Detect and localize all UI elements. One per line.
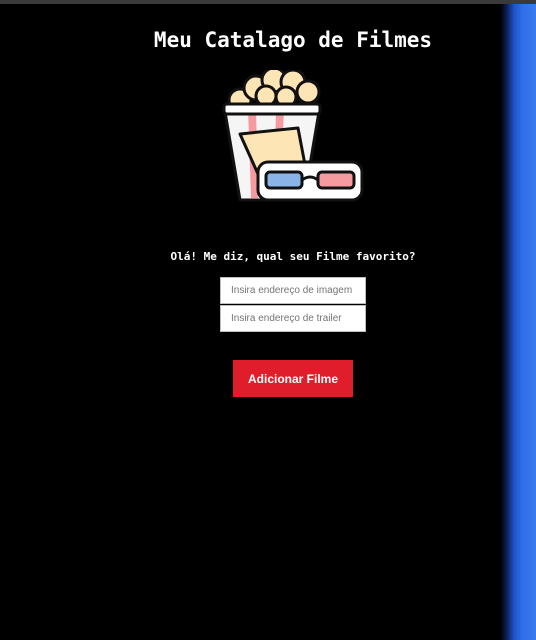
page-content: Meu Catalago de Filmes Olá! Me diz, qual… <box>0 4 500 640</box>
trailer-url-input[interactable] <box>220 305 366 332</box>
popcorn-3d-glasses-icon <box>218 66 368 204</box>
image-url-input[interactable] <box>220 277 366 304</box>
page-title: Meu Catalago de Filmes <box>153 28 433 52</box>
window-edge-background <box>500 4 536 640</box>
favorite-movie-prompt: Olá! Me diz, qual seu Filme favorito? <box>170 250 416 263</box>
add-movie-button[interactable]: Adicionar Filme <box>233 360 353 397</box>
